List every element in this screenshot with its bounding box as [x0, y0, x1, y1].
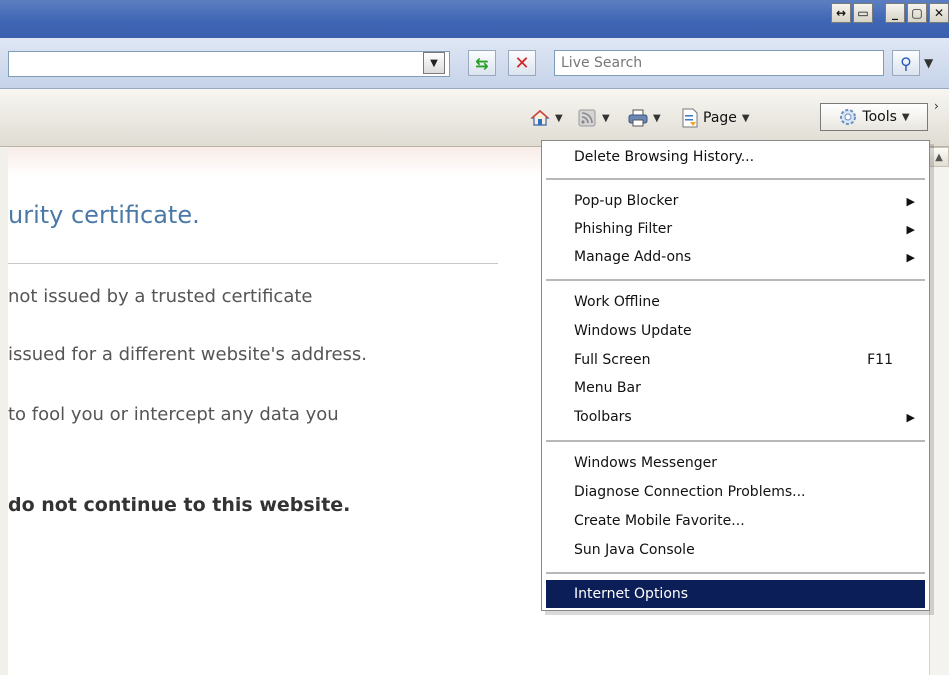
stop-icon: ✕ — [514, 52, 530, 74]
feed-icon — [577, 108, 597, 128]
resize-icon[interactable]: ↔ — [831, 3, 851, 23]
page-heading: urity certificate. — [8, 201, 200, 229]
menu-item-toolbars[interactable]: Toolbars ▶ — [546, 403, 925, 431]
menu-item-label: Sun Java Console — [574, 542, 695, 558]
search-button[interactable]: ⚲ — [892, 50, 920, 76]
refresh-icon: ⇆ — [475, 53, 489, 73]
menu-item-menu-bar[interactable]: Menu Bar — [546, 374, 925, 402]
menu-item-delete-browsing-history[interactable]: Delete Browsing History... — [546, 143, 925, 171]
maximize-button[interactable]: ▢ — [907, 3, 927, 23]
minimize-button[interactable]: _ — [885, 3, 905, 23]
menu-item-label: Manage Add-ons — [574, 249, 692, 265]
menu-item-diagnose-connection[interactable]: Diagnose Connection Problems... — [546, 478, 925, 506]
submenu-arrow-icon: ▶ — [906, 222, 915, 236]
gear-icon — [838, 107, 858, 127]
feeds-button[interactable]: ▼ — [577, 106, 610, 130]
menu-item-label: Menu Bar — [574, 380, 641, 396]
submenu-arrow-icon: ▶ — [906, 410, 915, 424]
menu-item-label: Windows Update — [574, 323, 692, 339]
search-input[interactable]: Live Search — [554, 50, 884, 76]
vertical-scrollbar[interactable] — [929, 147, 949, 675]
chevron-down-icon[interactable]: ▼ — [602, 113, 610, 124]
menu-item-shortcut: F11 — [867, 352, 893, 368]
left-border — [0, 147, 8, 675]
title-bar: ↔ ▭ _ ▢ ✕ — [0, 0, 949, 39]
menu-item-manage-addons[interactable]: Manage Add-ons ▶ — [546, 243, 925, 271]
search-icon: ⚲ — [900, 53, 912, 73]
address-input[interactable] — [8, 51, 450, 77]
warning-line-2: issued for a different website's address… — [8, 344, 367, 365]
menu-item-label: Full Screen — [574, 352, 651, 368]
restore-panel-icon[interactable]: ▭ — [853, 3, 873, 23]
stop-button[interactable]: ✕ — [508, 50, 536, 76]
menu-separator — [546, 572, 925, 574]
warning-line-1: not issued by a trusted certificate — [8, 286, 313, 307]
search-options-icon[interactable]: ▼ — [924, 56, 933, 70]
menu-separator — [546, 279, 925, 281]
address-dropdown-button[interactable]: ▼ — [423, 52, 445, 74]
window-controls: ↔ ▭ _ ▢ ✕ — [831, 3, 949, 23]
submenu-arrow-icon: ▶ — [906, 194, 915, 208]
page-menu-button[interactable]: Page ▼ — [680, 106, 750, 130]
home-button[interactable]: ▼ — [530, 106, 563, 130]
search-placeholder: Live Search — [561, 55, 643, 71]
menu-item-popup-blocker[interactable]: Pop-up Blocker ▶ — [546, 187, 925, 215]
menu-item-label: Internet Options — [574, 586, 689, 602]
menu-item-phishing-filter[interactable]: Phishing Filter ▶ — [546, 215, 925, 243]
menu-item-windows-update[interactable]: Windows Update — [546, 317, 925, 345]
address-row: ▼ ⇆ ✕ Live Search ⚲ ▼ — [0, 38, 949, 89]
submenu-arrow-icon: ▶ — [906, 250, 915, 264]
warning-recommendation: do not continue to this website. — [8, 494, 351, 516]
chevron-down-icon[interactable]: ▼ — [653, 113, 661, 124]
refresh-button[interactable]: ⇆ — [468, 50, 496, 76]
menu-item-sun-java-console[interactable]: Sun Java Console — [546, 536, 925, 564]
browser-window: ↔ ▭ _ ▢ ✕ ▼ ⇆ ✕ Live Search ⚲ ▼ ▼ ▼ ▼ Pa… — [0, 0, 949, 675]
menu-item-label: Windows Messenger — [574, 455, 717, 471]
page-menu-label: Page — [703, 110, 737, 126]
scroll-up-button[interactable]: ▲ — [929, 147, 949, 167]
print-button[interactable]: ▼ — [628, 106, 661, 130]
tools-menu-button[interactable]: Tools ▼ — [820, 103, 928, 131]
divider — [8, 263, 498, 264]
menu-item-label: Diagnose Connection Problems... — [574, 484, 806, 500]
menu-item-windows-messenger[interactable]: Windows Messenger — [546, 449, 925, 477]
home-icon — [530, 108, 550, 128]
menu-item-label: Create Mobile Favorite... — [574, 513, 745, 529]
menu-item-full-screen[interactable]: Full Screen F11 — [546, 346, 925, 374]
tools-menu-label: Tools — [862, 109, 897, 125]
menu-item-label: Toolbars — [574, 409, 632, 425]
page-icon — [680, 108, 700, 128]
menu-item-create-mobile-favorite[interactable]: Create Mobile Favorite... — [546, 507, 925, 535]
menu-separator — [546, 440, 925, 442]
close-button[interactable]: ✕ — [929, 3, 949, 23]
command-bar: ▼ ▼ ▼ Page ▼ Tools ▼ › — [0, 89, 949, 147]
menu-separator — [546, 178, 925, 180]
menu-item-label: Work Offline — [574, 294, 660, 310]
chevron-down-icon: ▼ — [741, 112, 750, 124]
warning-line-3: to fool you or intercept any data you — [8, 404, 339, 425]
menu-item-work-offline[interactable]: Work Offline — [546, 288, 925, 316]
menu-item-label: Delete Browsing History... — [574, 149, 755, 165]
menu-item-internet-options[interactable]: Internet Options — [546, 580, 925, 608]
chevron-down-icon: ▼ — [901, 111, 910, 123]
chevron-down-icon[interactable]: ▼ — [555, 113, 563, 124]
menu-item-label: Phishing Filter — [574, 221, 673, 237]
menu-item-label: Pop-up Blocker — [574, 193, 679, 209]
chevron-right-icon[interactable]: › — [934, 99, 939, 113]
tools-menu: Delete Browsing History... Pop-up Blocke… — [541, 140, 930, 611]
printer-icon — [628, 108, 648, 128]
chevron-down-icon: ▼ — [430, 57, 438, 69]
